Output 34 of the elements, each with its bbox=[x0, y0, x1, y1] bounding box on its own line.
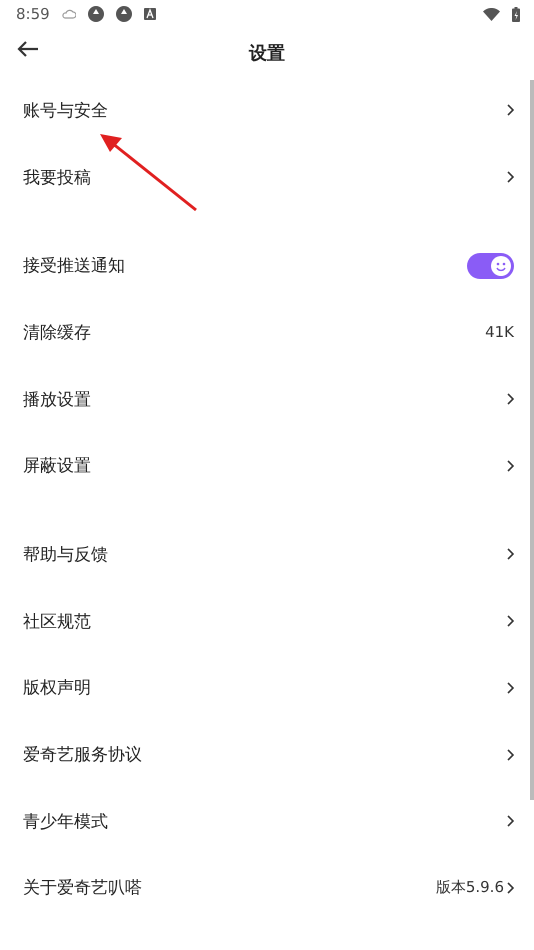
chevron-icon bbox=[506, 104, 514, 116]
page-title: 设置 bbox=[249, 42, 285, 64]
setting-label[interactable]: 屏蔽设置 bbox=[23, 454, 504, 478]
chevron-icon bbox=[506, 393, 514, 406]
chevron-icon bbox=[506, 882, 514, 894]
setting-label[interactable]: 我要投稿 bbox=[23, 166, 504, 189]
setting-label[interactable]: 播放设置 bbox=[23, 388, 504, 411]
setting-label[interactable]: 社区规范 bbox=[23, 610, 504, 633]
battery-icon bbox=[512, 6, 520, 22]
smiley-icon bbox=[491, 256, 511, 276]
wifi-icon bbox=[483, 8, 500, 20]
version-text: 版本5.9.6 bbox=[436, 878, 504, 898]
chevron-icon bbox=[506, 171, 514, 184]
toggle-switch[interactable] bbox=[467, 252, 514, 279]
setting-label[interactable]: 关于爱奇艺叭嗒 bbox=[23, 876, 436, 900]
value-text: 41K bbox=[485, 323, 514, 342]
chevron-icon bbox=[506, 548, 514, 560]
status-time: 8:59 bbox=[16, 5, 50, 23]
chevron-icon bbox=[506, 615, 514, 628]
aperture-icon bbox=[88, 6, 104, 22]
setting-label[interactable]: 爱奇艺服务协议 bbox=[23, 743, 504, 766]
setting-label[interactable]: 青少年模式 bbox=[23, 810, 504, 833]
chevron-icon bbox=[506, 815, 514, 828]
setting-label[interactable]: 版权声明 bbox=[23, 676, 504, 700]
setting-label[interactable]: 接受推送通知 bbox=[23, 254, 467, 278]
chevron-icon bbox=[506, 460, 514, 472]
setting-label[interactable]: 账号与安全 bbox=[23, 98, 504, 122]
setting-label[interactable]: 帮助与反馈 bbox=[23, 542, 504, 566]
chevron-icon bbox=[506, 748, 514, 761]
cloud-icon bbox=[62, 9, 76, 19]
chevron-icon bbox=[506, 682, 514, 694]
aperture-icon bbox=[116, 6, 132, 22]
app-icon bbox=[144, 8, 156, 20]
setting-label[interactable]: 清除缓存 bbox=[23, 320, 486, 344]
